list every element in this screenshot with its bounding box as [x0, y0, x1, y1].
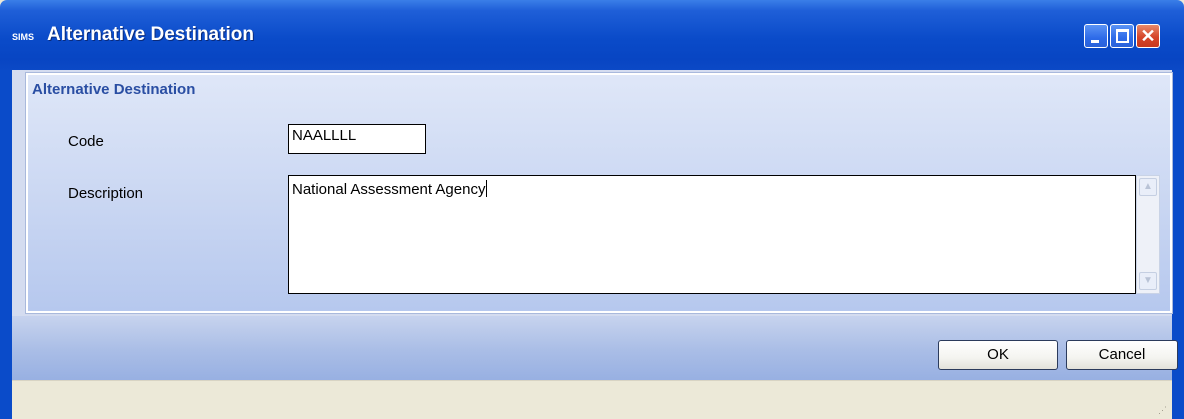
button-bar: OK Cancel	[12, 316, 1178, 380]
close-icon: ✕	[1140, 26, 1156, 46]
scroll-up-icon[interactable]: ▲	[1139, 178, 1157, 196]
code-label: Code	[68, 133, 104, 150]
maximize-icon	[1116, 29, 1129, 43]
description-scrollbar[interactable]: ▲ ▼	[1136, 175, 1160, 294]
alternative-destination-panel: Alternative Destination Code NAALLLL Des…	[25, 72, 1173, 314]
description-textarea[interactable]: National Assessment Agency	[288, 175, 1136, 294]
code-input[interactable]: NAALLLL	[288, 124, 426, 154]
title-bar[interactable]: SIMS Alternative Destination ✕	[0, 0, 1184, 70]
resize-grip-icon[interactable]: ⋰	[1158, 405, 1168, 415]
text-caret	[486, 180, 488, 197]
dialog-client-area: Alternative Destination Code NAALLLL Des…	[12, 70, 1178, 419]
window-frame-left	[0, 70, 12, 419]
minimize-button[interactable]	[1084, 24, 1108, 48]
ok-button[interactable]: OK	[938, 340, 1058, 370]
minimize-icon	[1091, 40, 1099, 43]
status-bar: ⋰	[12, 380, 1172, 419]
close-button[interactable]: ✕	[1136, 24, 1160, 48]
description-label: Description	[68, 185, 144, 202]
sims-logo: SIMS	[12, 32, 35, 42]
panel-title: Alternative Destination	[32, 81, 196, 98]
cancel-button[interactable]: Cancel	[1066, 340, 1178, 370]
maximize-button[interactable]	[1110, 24, 1134, 48]
description-text: National Assessment Agency	[292, 181, 486, 198]
scroll-down-icon[interactable]: ▼	[1139, 272, 1157, 290]
window-title: Alternative Destination	[47, 24, 254, 45]
